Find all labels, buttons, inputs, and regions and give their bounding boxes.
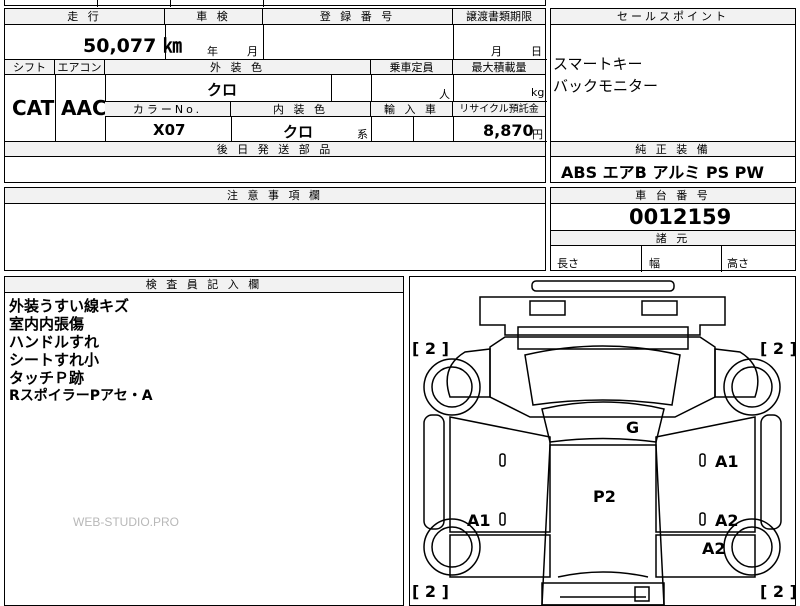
- inspection-month: 月: [247, 45, 258, 58]
- chassis-label: 車 台 番 号: [551, 188, 795, 204]
- notes-label: 注 意 事 項 欄: [5, 188, 545, 204]
- inspector-box: 検 査 員 記 入 欄 外装うすい線キズ 室内内張傷 ハンドルすれ シートすれ小…: [4, 276, 404, 606]
- equipment-value: ABS エアB アルミ PS PW: [561, 163, 765, 182]
- main-info-table: 走 行 車 検 登 録 番 号 譲渡書類期限 50,077 ㎞ 年 月 月 日 …: [4, 8, 547, 183]
- inspection-label: 車 検: [165, 9, 263, 25]
- watermark: WEB-STUDIO.PRO: [73, 515, 180, 529]
- damage-mark-a1-right: A1: [715, 452, 739, 471]
- exterior-value: クロ: [207, 81, 238, 99]
- transfer-label: 譲渡書類期限: [453, 9, 545, 25]
- inspector-line-6: RスポイラーPアセ・A: [9, 388, 153, 404]
- chassis-box: 車 台 番 号 0012159: [550, 187, 796, 231]
- shift-value: CAT: [12, 96, 55, 120]
- colorno-value: X07: [153, 121, 186, 139]
- car-outline: [423, 280, 782, 605]
- colorno-label: カラーNo.: [105, 102, 231, 117]
- import-label: 輸 入 車: [371, 102, 453, 117]
- aircon-label: エアコン: [55, 60, 105, 75]
- transfer-month: 月: [491, 45, 502, 58]
- bracket-right-bottom: [ 2 ]: [760, 582, 797, 601]
- damage-mark-a2-low: A2: [702, 539, 726, 558]
- interior-value: クロ: [283, 123, 314, 141]
- sales-point-line-1: スマートキー: [553, 55, 643, 73]
- car-diagram-box: [ 2 ] [ 2 ] [ 2 ] [ 2 ] G P2 A1 A1 A2 A2: [409, 276, 797, 606]
- aircon-value: AAC: [61, 96, 107, 120]
- maxload-unit: kg: [531, 86, 545, 99]
- registration-label: 登 録 番 号: [263, 9, 453, 25]
- equipment-box: 純 正 装 備 ABS エアB アルミ PS PW: [550, 141, 796, 183]
- bracket-right-top: [ 2 ]: [760, 339, 797, 358]
- recycle-unit: 円: [532, 128, 543, 141]
- recycle-label: リサイクル預託金: [453, 102, 545, 117]
- dimensions-label: 諸 元: [551, 231, 795, 246]
- chassis-value: 0012159: [629, 205, 732, 229]
- dimension-width-label: 幅: [649, 257, 660, 270]
- mileage-label: 走 行: [5, 9, 165, 25]
- interior-label: 内 装 色: [231, 102, 371, 117]
- inspector-label: 検 査 員 記 入 欄: [5, 277, 403, 293]
- exterior-label: 外 装 色: [105, 60, 371, 75]
- capacity-label: 乗車定員: [371, 60, 453, 75]
- damage-mark-a2-mid: A2: [715, 511, 739, 530]
- inspection-year: 年: [207, 45, 218, 58]
- dimensions-box: 諸 元 長さ 幅 高さ: [550, 230, 796, 272]
- bracket-left-top: [ 2 ]: [412, 339, 449, 358]
- later-parts-label: 後 日 発 送 部 品: [5, 142, 545, 157]
- damage-mark-g: G: [626, 418, 640, 437]
- damage-mark-p2: P2: [593, 487, 616, 506]
- capacity-unit: 人: [439, 88, 450, 101]
- dimension-length-label: 長さ: [557, 257, 579, 270]
- sales-point-box: セールスポイント スマートキー バックモニター: [550, 8, 796, 142]
- maxload-label: 最大積載量: [453, 60, 545, 75]
- sales-point-label: セールスポイント: [551, 9, 795, 25]
- shift-label: シフト: [5, 60, 55, 75]
- mileage-value: 50,077 ㎞: [83, 35, 182, 57]
- damage-mark-a1-left: A1: [467, 511, 491, 530]
- transfer-day: 日: [531, 45, 542, 58]
- notes-box: 注 意 事 項 欄: [4, 187, 546, 271]
- recycle-value: 8,870: [483, 121, 534, 140]
- sales-point-line-2: バックモニター: [553, 77, 659, 95]
- bracket-left-bottom: [ 2 ]: [412, 582, 449, 601]
- equipment-label: 純 正 装 備: [551, 142, 795, 157]
- dimension-height-label: 高さ: [727, 257, 749, 270]
- top-strip: [4, 0, 546, 7]
- interior-suffix: 系: [357, 128, 368, 141]
